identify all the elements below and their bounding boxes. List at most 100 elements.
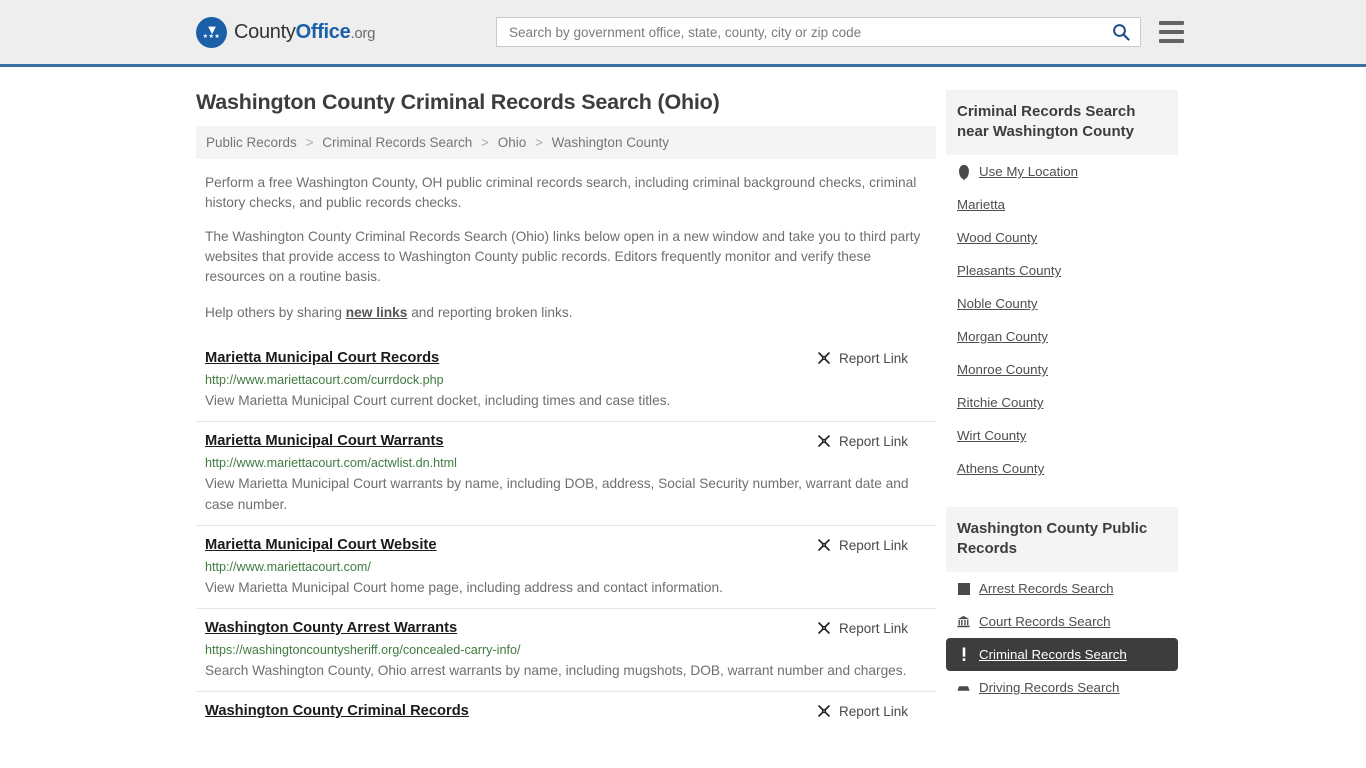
- result-item: Marietta Municipal Court Website Report …: [196, 525, 936, 608]
- search-area: [496, 17, 1184, 47]
- courthouse-icon: [957, 614, 970, 629]
- breadcrumb-item-washington-county[interactable]: Washington County: [552, 135, 669, 150]
- breadcrumb: Public Records > Criminal Records Search…: [196, 126, 936, 159]
- result-title-link[interactable]: Marietta Municipal Court Records: [205, 350, 439, 366]
- logo-text-office: Office: [295, 20, 351, 43]
- broken-link-icon: [818, 622, 830, 634]
- sidebar-item-noble-county[interactable]: Noble County: [946, 287, 1178, 320]
- search-icon: [1113, 24, 1130, 41]
- result-url: http://www.mariettacourt.com/currdock.ph…: [205, 373, 444, 387]
- car-icon: [957, 680, 970, 695]
- broken-link-icon: [818, 352, 830, 364]
- sidebar-item-monroe-county[interactable]: Monroe County: [946, 353, 1178, 386]
- sidebar-item-morgan-county[interactable]: Morgan County: [946, 320, 1178, 353]
- result-item: Marietta Municipal Court Warrants Report…: [196, 421, 936, 525]
- result-description: View Marietta Municipal Court warrants b…: [205, 476, 909, 512]
- logo-text-county: County: [234, 20, 296, 43]
- report-link-label: Report Link: [838, 703, 908, 719]
- hamburger-menu-icon[interactable]: [1159, 21, 1184, 43]
- sidebar-item-label[interactable]: Ritchie County: [957, 395, 1043, 410]
- breadcrumb-item-public-records[interactable]: Public Records: [206, 135, 297, 150]
- sidebar-item-label[interactable]: Noble County: [957, 296, 1038, 311]
- help-paragraph: Help others by sharing new links and rep…: [196, 303, 936, 323]
- sidebar-item-ritchie-county[interactable]: Ritchie County: [946, 386, 1178, 419]
- search-input[interactable]: [507, 23, 1110, 41]
- report-link-button[interactable]: Report Link: [816, 537, 908, 553]
- sidebar-item-label[interactable]: Monroe County: [957, 362, 1048, 377]
- sidebar-item-use-my-location[interactable]: Use My Location: [946, 155, 1178, 188]
- hamburger-bar: [1159, 39, 1184, 43]
- results-list: Marietta Municipal Court Records Report …: [196, 339, 936, 729]
- sidebar-item-athens-county[interactable]: Athens County: [946, 452, 1178, 485]
- sidebar-item-label[interactable]: Athens County: [957, 461, 1044, 476]
- help-suffix: and reporting broken links.: [407, 305, 573, 320]
- exclamation-icon: [957, 647, 970, 662]
- sidebar-item-label[interactable]: Wirt County: [957, 428, 1026, 443]
- logo-text: CountyOffice.org: [234, 21, 375, 44]
- result-url: https://washingtoncountysheriff.org/conc…: [205, 643, 521, 657]
- broken-link-icon: [818, 705, 830, 717]
- sidebar-item-wood-county[interactable]: Wood County: [946, 221, 1178, 254]
- hamburger-bar: [1159, 30, 1184, 34]
- report-link-button[interactable]: Report Link: [816, 620, 908, 636]
- report-link-label: Report Link: [838, 433, 908, 449]
- sidebar-item-label[interactable]: Marietta: [957, 197, 1005, 212]
- result-title-link[interactable]: Washington County Criminal Records: [205, 703, 469, 719]
- sidebar-item-criminal-records-search[interactable]: Criminal Records Search: [946, 638, 1178, 671]
- site-logo[interactable]: ▼ ★★★ CountyOffice.org: [196, 16, 375, 48]
- broken-link-icon: [818, 435, 830, 447]
- sidebar-item-label[interactable]: Use My Location: [979, 164, 1078, 179]
- breadcrumb-separator: >: [535, 135, 543, 150]
- sidebar-item-court-records-search[interactable]: Court Records Search: [946, 605, 1178, 638]
- result-header: Marietta Municipal Court Website Report …: [205, 537, 927, 553]
- result-description: View Marietta Municipal Court current do…: [205, 393, 671, 408]
- help-prefix: Help others by sharing: [205, 305, 346, 320]
- sidebar-item-driving-records-search[interactable]: Driving Records Search: [946, 671, 1178, 704]
- sidebar-item-arrest-records-search[interactable]: Arrest Records Search: [946, 572, 1178, 605]
- sidebar-item-label[interactable]: Driving Records Search: [979, 680, 1119, 695]
- report-link-label: Report Link: [838, 620, 908, 636]
- sidebar-nearby-list: Use My Location Marietta Wood County Ple…: [946, 155, 1178, 485]
- sidebar-nearby-title: Criminal Records Search near Washington …: [946, 90, 1178, 155]
- result-header: Marietta Municipal Court Warrants Report…: [205, 433, 927, 449]
- fingerprint-icon: [957, 581, 970, 596]
- sidebar-item-wirt-county[interactable]: Wirt County: [946, 419, 1178, 452]
- report-link-button[interactable]: Report Link: [816, 350, 908, 366]
- broken-link-icon: [818, 539, 830, 551]
- result-title-link[interactable]: Marietta Municipal Court Warrants: [205, 433, 444, 449]
- result-title-link[interactable]: Washington County Arrest Warrants: [205, 620, 457, 636]
- breadcrumb-item-criminal-records-search[interactable]: Criminal Records Search: [322, 135, 472, 150]
- sidebar-item-label[interactable]: Morgan County: [957, 329, 1048, 344]
- sidebar-item-marietta[interactable]: Marietta: [946, 188, 1178, 221]
- breadcrumb-separator: >: [305, 135, 314, 150]
- sidebar-item-label[interactable]: Wood County: [957, 230, 1037, 245]
- sidebar-item-label[interactable]: Pleasants County: [957, 263, 1061, 278]
- result-item: Washington County Criminal Records Repor…: [196, 691, 936, 729]
- report-link-button[interactable]: Report Link: [816, 433, 908, 449]
- sidebar-item-label[interactable]: Criminal Records Search: [979, 647, 1127, 662]
- search-button[interactable]: [1110, 23, 1132, 41]
- eagle-crest-icon: ▼ ★★★: [196, 16, 227, 48]
- search-box[interactable]: [496, 17, 1141, 47]
- result-header: Marietta Municipal Court Records Report …: [205, 350, 927, 366]
- intro-paragraph-1: Perform a free Washington County, OH pub…: [205, 175, 917, 210]
- breadcrumb-item-ohio[interactable]: Ohio: [498, 135, 527, 150]
- result-header: Washington County Criminal Records Repor…: [205, 703, 927, 719]
- intro-paragraph-2: The Washington County Criminal Records S…: [205, 229, 921, 284]
- result-url: http://www.mariettacourt.com/: [205, 560, 371, 574]
- result-header: Washington County Arrest Warrants Report…: [205, 620, 927, 636]
- sidebar-item-label[interactable]: Court Records Search: [979, 614, 1111, 629]
- page-body: Washington County Criminal Records Searc…: [0, 67, 1366, 729]
- hamburger-bar: [1159, 21, 1184, 25]
- site-header: ▼ ★★★ CountyOffice.org: [0, 0, 1366, 67]
- result-item: Marietta Municipal Court Records Report …: [196, 339, 936, 421]
- sidebar-public-records-title: Washington County Public Records: [946, 507, 1178, 572]
- result-description: View Marietta Municipal Court home page,…: [205, 580, 723, 595]
- result-title-link[interactable]: Marietta Municipal Court Website: [205, 537, 437, 553]
- new-links-link[interactable]: new links: [346, 305, 408, 320]
- report-link-button[interactable]: Report Link: [816, 703, 908, 719]
- sidebar-item-label[interactable]: Arrest Records Search: [979, 581, 1114, 596]
- sidebar-item-pleasants-county[interactable]: Pleasants County: [946, 254, 1178, 287]
